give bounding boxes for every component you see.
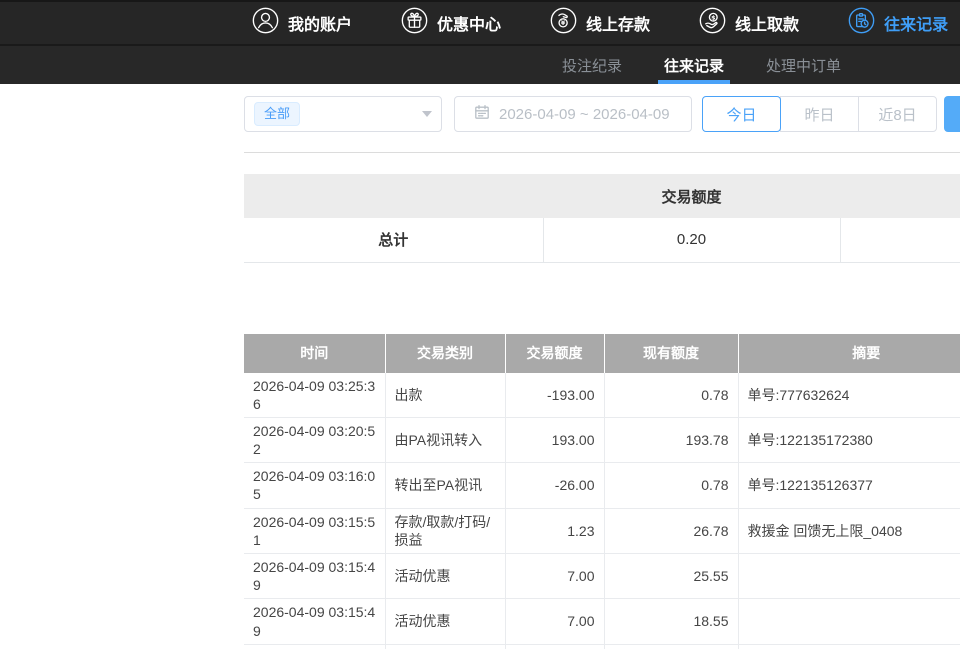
yesterday-button[interactable]: 昨日 (780, 96, 859, 132)
quick-date-buttons: 今日 昨日 近8日 (702, 96, 937, 132)
cell-type: 存款/取款/打码/损益 (385, 508, 505, 553)
summary-header-empty (244, 174, 543, 218)
cell-summary: 单号:122135126377 (738, 463, 960, 508)
date-range-value: 2026-04-09 ~ 2026-04-09 (499, 106, 670, 123)
nav-item-label: 线上取款 (735, 11, 799, 35)
nav-item-records[interactable]: 往来记录 (848, 7, 948, 39)
cell-type: 活动优惠 (385, 599, 505, 644)
cell-amount: -193.00 (505, 373, 604, 418)
cell-summary: 救援金 回馈无上限_0408 (738, 508, 960, 553)
section-divider (244, 152, 960, 153)
column-header-summary: 摘要 (738, 334, 960, 373)
summary-total-label: 总计 (244, 218, 543, 262)
cell-balance: 0.78 (604, 373, 738, 418)
transactions-header-row: 时间 交易类别 交易额度 现有额度 摘要 (244, 334, 960, 373)
search-button[interactable] (944, 96, 960, 132)
date-range-input[interactable]: 2026-04-09 ~ 2026-04-09 (454, 96, 692, 132)
tab-processing-orders[interactable]: 处理中订单 (760, 46, 847, 84)
svg-text:$: $ (711, 14, 715, 21)
records-tabbar: 投注纪录 往来记录 处理中订单 (0, 46, 960, 84)
summary-header-empty-2 (840, 174, 960, 218)
table-row: 2026-04-09 03:15:49活动优惠10.8811.55 (244, 644, 960, 649)
summary-table: 交易额度 总计 0.20 (244, 174, 960, 263)
cell-amount: 7.00 (505, 554, 604, 599)
chevron-down-icon (422, 111, 432, 117)
cell-summary (738, 644, 960, 649)
today-button[interactable]: 今日 (702, 96, 781, 132)
table-row: 2026-04-09 03:15:49活动优惠7.0018.55 (244, 599, 960, 644)
column-header-time: 时间 (244, 334, 385, 373)
tab-betting-records[interactable]: 投注纪录 (556, 46, 628, 84)
selected-type-tag: 全部 (254, 102, 300, 126)
calendar-icon (474, 104, 490, 124)
cell-amount: 1.23 (505, 508, 604, 553)
cell-time: 2026-04-09 03:15:49 (244, 644, 385, 649)
cell-type: 出款 (385, 373, 505, 418)
cell-amount: 7.00 (505, 599, 604, 644)
column-header-balance: 现有额度 (604, 334, 738, 373)
last-8-days-button[interactable]: 近8日 (858, 96, 937, 132)
transactions-table: 时间 交易类别 交易额度 现有额度 摘要 2026-04-09 03:25:36… (244, 334, 960, 649)
cell-summary (738, 554, 960, 599)
cell-time: 2026-04-09 03:16:05 (244, 463, 385, 508)
cell-time: 2026-04-09 03:15:51 (244, 508, 385, 553)
records-icon (848, 7, 875, 39)
cell-type: 由PA视讯转入 (385, 417, 505, 462)
withdraw-icon: $ (699, 7, 726, 39)
nav-item-promotions[interactable]: 优惠中心 (401, 7, 501, 39)
cell-amount: 193.00 (505, 417, 604, 462)
cell-balance: 0.78 (604, 463, 738, 508)
cell-amount: 10.88 (505, 644, 604, 649)
top-navbar: 我的账户 优惠中心 ¥ 线上存款 (0, 0, 960, 46)
table-row: 2026-04-09 03:16:05转出至PA视讯-26.000.78单号:1… (244, 463, 960, 508)
nav-item-label: 优惠中心 (437, 11, 501, 35)
filter-row: 全部 2026-04-09 ~ 2026-04-09 今日 昨日 近8日 (244, 96, 960, 132)
tab-transaction-records[interactable]: 往来记录 (658, 46, 730, 84)
cell-summary: 单号:777632624 (738, 373, 960, 418)
nav-item-deposit[interactable]: ¥ 线上存款 (550, 7, 650, 39)
nav-item-label: 线上存款 (586, 11, 650, 35)
cell-time: 2026-04-09 03:20:52 (244, 417, 385, 462)
cell-type: 活动优惠 (385, 644, 505, 649)
transaction-type-select[interactable]: 全部 (244, 96, 442, 132)
table-row: 2026-04-09 03:20:52由PA视讯转入193.00193.78单号… (244, 417, 960, 462)
cell-balance: 25.55 (604, 554, 738, 599)
cell-time: 2026-04-09 03:15:49 (244, 554, 385, 599)
cell-time: 2026-04-09 03:25:36 (244, 373, 385, 418)
gift-icon (401, 7, 428, 39)
summary-header-row: 交易额度 (244, 174, 960, 218)
nav-item-label: 我的账户 (288, 11, 352, 35)
cell-type: 活动优惠 (385, 554, 505, 599)
cell-type: 转出至PA视讯 (385, 463, 505, 508)
content-area: 全部 2026-04-09 ~ 2026-04-09 今日 昨日 近8日 (244, 96, 960, 649)
user-icon (252, 7, 279, 39)
cell-summary (738, 599, 960, 644)
cell-balance: 193.78 (604, 417, 738, 462)
column-header-amount: 交易额度 (505, 334, 604, 373)
cell-time: 2026-04-09 03:15:49 (244, 599, 385, 644)
summary-header-amount: 交易额度 (543, 174, 840, 218)
nav-item-my-account[interactable]: 我的账户 (252, 7, 352, 39)
summary-total-empty (840, 218, 960, 262)
svg-text:¥: ¥ (561, 20, 566, 27)
cell-summary: 单号:122135172380 (738, 417, 960, 462)
table-row: 2026-04-09 03:15:51存款/取款/打码/损益1.2326.78救… (244, 508, 960, 553)
cell-balance: 11.55 (604, 644, 738, 649)
table-row: 2026-04-09 03:15:49活动优惠7.0025.55 (244, 554, 960, 599)
summary-total-value: 0.20 (543, 218, 840, 262)
table-row: 2026-04-09 03:25:36出款-193.000.78单号:77763… (244, 373, 960, 418)
cell-amount: -26.00 (505, 463, 604, 508)
deposit-icon: ¥ (550, 7, 577, 39)
column-header-type: 交易类别 (385, 334, 505, 373)
transactions-tbody: 2026-04-09 03:25:36出款-193.000.78单号:77763… (244, 373, 960, 649)
summary-total-row: 总计 0.20 (244, 218, 960, 262)
nav-item-label: 往来记录 (884, 11, 948, 35)
nav-item-withdraw[interactable]: $ 线上取款 (699, 7, 799, 39)
cell-balance: 26.78 (604, 508, 738, 553)
cell-balance: 18.55 (604, 599, 738, 644)
